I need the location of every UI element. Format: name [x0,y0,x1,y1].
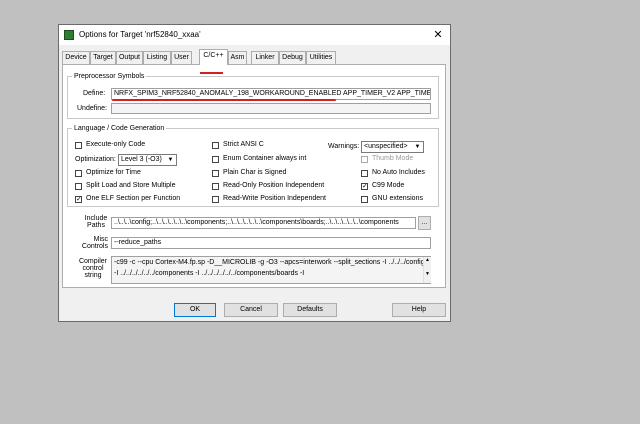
compiler-scrollbar[interactable]: ▲ ▼ [423,257,431,283]
controls-label-line: Controls [81,243,108,250]
optimization-value: Level 3 (-O3) [121,156,162,163]
thumb-mode-label: Thumb Mode [372,155,414,162]
c99-mode-checkbox[interactable]: ✓ [361,183,368,190]
undefine-label: Undefine: [77,105,107,112]
optimize-time-checkbox[interactable] [75,170,82,177]
ro-pi-checkbox[interactable] [212,183,219,190]
one-elf-checkbox[interactable]: ✓ [75,196,82,203]
annotation-underline-define [112,99,336,101]
app-icon [64,30,74,40]
include-paths-label: Include Paths [83,215,109,229]
scroll-track [424,263,431,271]
rw-pi-checkbox[interactable] [212,196,219,203]
no-auto-includes-label: No Auto Includes [372,169,425,176]
compiler-label-line: Compiler [78,258,107,265]
no-auto-includes-checkbox[interactable] [361,170,368,177]
preprocessor-group-label: Preprocessor Symbols [74,73,145,80]
compiler-control-string: -c99 -c --cpu Cortex-M4.fp.sp -D__MICROL… [111,256,431,284]
options-dialog: Options for Target 'nrf52840_xxaa' ✕ Dev… [58,24,451,322]
plain-char-label: Plain Char is Signed [223,169,287,176]
annotation-underline-tab [200,72,223,74]
tab-output[interactable]: Output [116,51,143,64]
tab-device[interactable]: Device [62,51,90,64]
split-load-checkbox[interactable] [75,183,82,190]
help-button[interactable]: Help [392,303,446,317]
tab-utilities[interactable]: Utilities [306,51,336,64]
optimization-select[interactable]: Level 3 (-O3) ▼ [118,154,177,166]
enum-container-checkbox[interactable] [212,156,219,163]
string-label-line: string [84,272,102,279]
tab-asm[interactable]: Asm [228,51,247,64]
optimize-time-label: Optimize for Time [86,169,141,176]
chevron-down-icon: ▼ [414,144,421,150]
strict-ansi-label: Strict ANSI C [223,141,264,148]
optimization-label: Optimization: [75,156,116,163]
undefine-input[interactable] [111,103,431,114]
plain-char-checkbox[interactable] [212,170,219,177]
chevron-down-icon: ▼ [167,157,174,163]
c99-mode-label: C99 Mode [372,182,405,189]
warnings-select[interactable]: <unspecified> ▼ [361,141,424,153]
cancel-button[interactable]: Cancel [224,303,278,317]
gnu-ext-label: GNU extensions [372,195,423,202]
title-bar: Options for Target 'nrf52840_xxaa' ✕ [59,25,450,45]
thumb-mode-checkbox [361,156,368,163]
include-label-line: Include [84,215,108,222]
split-load-label: Split Load and Store Multiple [86,182,176,189]
compiler-control-label: Compiler control string [77,258,109,279]
tab-target[interactable]: Target [90,51,116,64]
tab-user[interactable]: User [171,51,192,64]
enum-container-label: Enum Container always int [223,155,307,162]
warnings-value: <unspecified> [364,143,408,150]
tab-c-cpp[interactable]: C/C++ [199,49,228,65]
close-icon[interactable]: ✕ [429,28,447,42]
compiler-control-line2: -I ../../../../../../components -I ../..… [114,270,305,277]
gnu-ext-checkbox[interactable] [361,196,368,203]
dialog-title: Options for Target 'nrf52840_xxaa' [79,30,201,39]
tab-linker[interactable]: Linker [251,51,279,64]
execute-only-label: Execute-only Code [86,141,146,148]
control-label-line: control [82,265,104,272]
ro-pi-label: Read-Only Position Independent [223,182,325,189]
codegen-group-label: Language / Code Generation [74,125,165,132]
tab-panel: Preprocessor Symbols Define: NRFX_SPIM3_… [62,64,446,288]
one-elf-label: One ELF Section per Function [86,195,181,202]
scroll-up-icon[interactable]: ▲ [424,257,431,263]
strict-ansi-checkbox[interactable] [212,142,219,149]
ok-button[interactable]: OK [174,303,216,317]
include-paths-input[interactable]: ..\..\..\config;..\..\..\..\..\..\compon… [111,217,416,229]
compiler-control-line1: -c99 -c --cpu Cortex-M4.fp.sp -D__MICROL… [114,259,425,266]
execute-only-checkbox[interactable] [75,142,82,149]
paths-label-line: Paths [87,222,105,229]
tab-listing[interactable]: Listing [143,51,171,64]
misc-controls-input[interactable]: --reduce_paths [111,237,431,249]
defaults-button[interactable]: Defaults [283,303,337,317]
misc-label-line: Misc [93,236,108,243]
tab-debug[interactable]: Debug [279,51,306,64]
browse-include-button[interactable]: ... [418,216,431,230]
scroll-down-icon[interactable]: ▼ [424,271,431,277]
rw-pi-label: Read-Write Position Independent [223,195,326,202]
misc-controls-label: Misc Controls [81,236,108,250]
warnings-label: Warnings: [328,143,360,150]
define-label: Define: [83,90,106,97]
